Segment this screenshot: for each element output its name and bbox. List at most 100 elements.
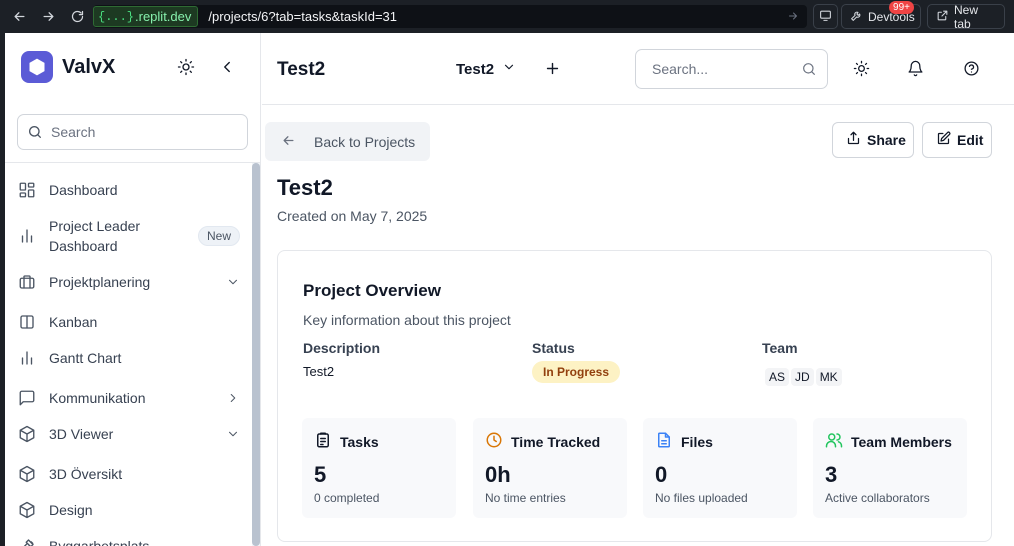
stat-card-files: Files 0 No files uploaded (643, 418, 797, 518)
team-label: Team (762, 340, 798, 356)
sidebar-item-kommunikation[interactable]: Kommunikation (17, 388, 243, 408)
sidebar-item-gantt-chart[interactable]: Gantt Chart (17, 348, 243, 368)
external-link-icon (936, 9, 949, 25)
avatar[interactable]: MK (815, 368, 842, 386)
wrench-icon (850, 9, 863, 25)
sidebar: ValvX Search Dashboard Project Leader Da… (0, 33, 261, 546)
brand-name: ValvX (62, 55, 116, 78)
theme-toggle-sun-icon[interactable] (177, 58, 195, 76)
forward-arrow-icon[interactable] (33, 0, 63, 33)
replit-dev-badge: {...} .replit.dev (93, 6, 199, 27)
avatar[interactable]: JD (791, 368, 814, 386)
status-label: Status (532, 340, 575, 356)
sidebar-item-3d-viewer[interactable]: 3D Viewer (17, 424, 243, 444)
back-arrow-icon[interactable] (4, 0, 34, 33)
description-label: Description (303, 340, 381, 356)
url-badge-text: {...} (98, 9, 135, 24)
overview-title: Project Overview (303, 281, 441, 300)
back-to-projects-label: Back to Projects (314, 133, 416, 150)
columns-icon (17, 312, 37, 332)
layout-grid-icon (17, 180, 37, 200)
project-selector[interactable]: Test2 (456, 60, 516, 78)
stat-label: Team Members (851, 433, 952, 450)
chevron-right-icon[interactable] (226, 391, 240, 405)
url-domain: .replit.dev (135, 9, 192, 24)
edit-icon (936, 131, 951, 149)
stat-subtext: 0 completed (314, 491, 380, 505)
sidebar-item-label: 3D Översikt (49, 466, 123, 482)
sidebar-item-label: Kanban (49, 314, 98, 330)
sidebar-search-input[interactable]: Search (17, 114, 248, 150)
stat-subtext: Active collaborators (825, 491, 930, 505)
header-search-input[interactable]: Search... (635, 49, 828, 89)
help-circle-icon[interactable] (963, 60, 981, 78)
users-icon (825, 431, 843, 452)
collapse-sidebar-chevron-left-icon[interactable] (218, 58, 236, 76)
project-selector-label: Test2 (456, 60, 495, 78)
bar-chart-icon (17, 226, 37, 246)
project-overview-card: Project Overview Key information about t… (277, 250, 992, 542)
status-badge: In Progress (532, 361, 621, 383)
new-tab-button[interactable]: New tab (927, 3, 1005, 31)
team-avatars: AS JD MK (765, 368, 842, 386)
chevron-down-icon[interactable] (226, 275, 240, 289)
stat-value: 3 (825, 462, 838, 487)
add-project-plus-icon[interactable] (544, 60, 562, 78)
sidebar-item-label: 3D Viewer (49, 426, 114, 442)
sidebar-scrollbar-thumb[interactable] (252, 163, 260, 546)
chevron-down-icon[interactable] (226, 427, 240, 441)
sidebar-item-label: Projektplanering (49, 274, 151, 290)
search-icon (803, 63, 815, 75)
header-search-placeholder: Search... (652, 61, 709, 77)
stat-card-team-members: Team Members 3 Active collaborators (813, 418, 967, 518)
devtools-button[interactable]: Devtools 99+ (841, 1, 921, 29)
address-bar[interactable]: {...} .replit.dev /projects/6?tab=tasks&… (93, 5, 807, 28)
clipboard-list-icon (314, 431, 332, 452)
sidebar-item-label: Gantt Chart (49, 350, 122, 366)
share-button[interactable]: Share (832, 122, 914, 158)
share-label: Share (867, 132, 906, 148)
stat-label: Tasks (340, 433, 379, 450)
notification-count-badge: 99+ (889, 1, 914, 14)
search-icon (29, 126, 41, 138)
sidebar-item-label: Design (49, 502, 93, 518)
stat-subtext: No time entries (485, 491, 566, 505)
sidebar-item-design[interactable]: Design (17, 500, 243, 520)
bell-icon[interactable] (907, 60, 925, 78)
browser-toolbar: {...} .replit.dev /projects/6?tab=tasks&… (0, 0, 1014, 33)
stat-value: 0 (655, 462, 668, 487)
page-title: Test2 (277, 175, 333, 200)
stat-value: 5 (314, 462, 327, 487)
box-icon (17, 424, 37, 444)
edit-button[interactable]: Edit (922, 122, 992, 158)
valvx-logo-icon (21, 51, 53, 83)
avatar[interactable]: AS (765, 368, 790, 386)
back-to-projects-button[interactable]: Back to Projects (265, 122, 430, 161)
message-square-icon (17, 388, 37, 408)
stat-card-time-tracked: Time Tracked 0h No time entries (473, 418, 627, 518)
edit-label: Edit (957, 132, 984, 148)
reload-icon[interactable] (62, 0, 92, 33)
sidebar-item-3d-oversikt[interactable]: 3D Översikt (17, 464, 243, 484)
brand[interactable]: ValvX (21, 51, 115, 83)
sidebar-item-project-leader-dashboard[interactable]: Project Leader Dashboard New (17, 216, 243, 256)
stat-label: Files (681, 433, 713, 450)
share-icon (846, 131, 861, 149)
overview-subtitle: Key information about this project (303, 312, 511, 328)
sidebar-item-label: Byggarbetsplats (49, 538, 150, 546)
sidebar-item-projektplanering[interactable]: Projektplanering (17, 272, 243, 292)
sidebar-item-kanban[interactable]: Kanban (17, 312, 243, 332)
sidebar-item-label: Dashboard (49, 182, 118, 198)
sidebar-item-byggarbetsplats[interactable]: Byggarbetsplats (17, 536, 243, 546)
go-arrow-icon[interactable] (787, 9, 801, 23)
description-value: Test2 (303, 364, 335, 379)
sidebar-item-label: Kommunikation (49, 390, 146, 406)
header-title: Test2 (277, 59, 326, 80)
theme-sun-icon[interactable] (853, 60, 871, 78)
box-icon (17, 500, 37, 520)
screen-toggle-button[interactable] (813, 4, 838, 29)
sidebar-divider (5, 162, 260, 163)
file-text-icon (655, 431, 673, 452)
sidebar-item-dashboard[interactable]: Dashboard (17, 180, 243, 200)
new-badge: New (197, 226, 240, 246)
